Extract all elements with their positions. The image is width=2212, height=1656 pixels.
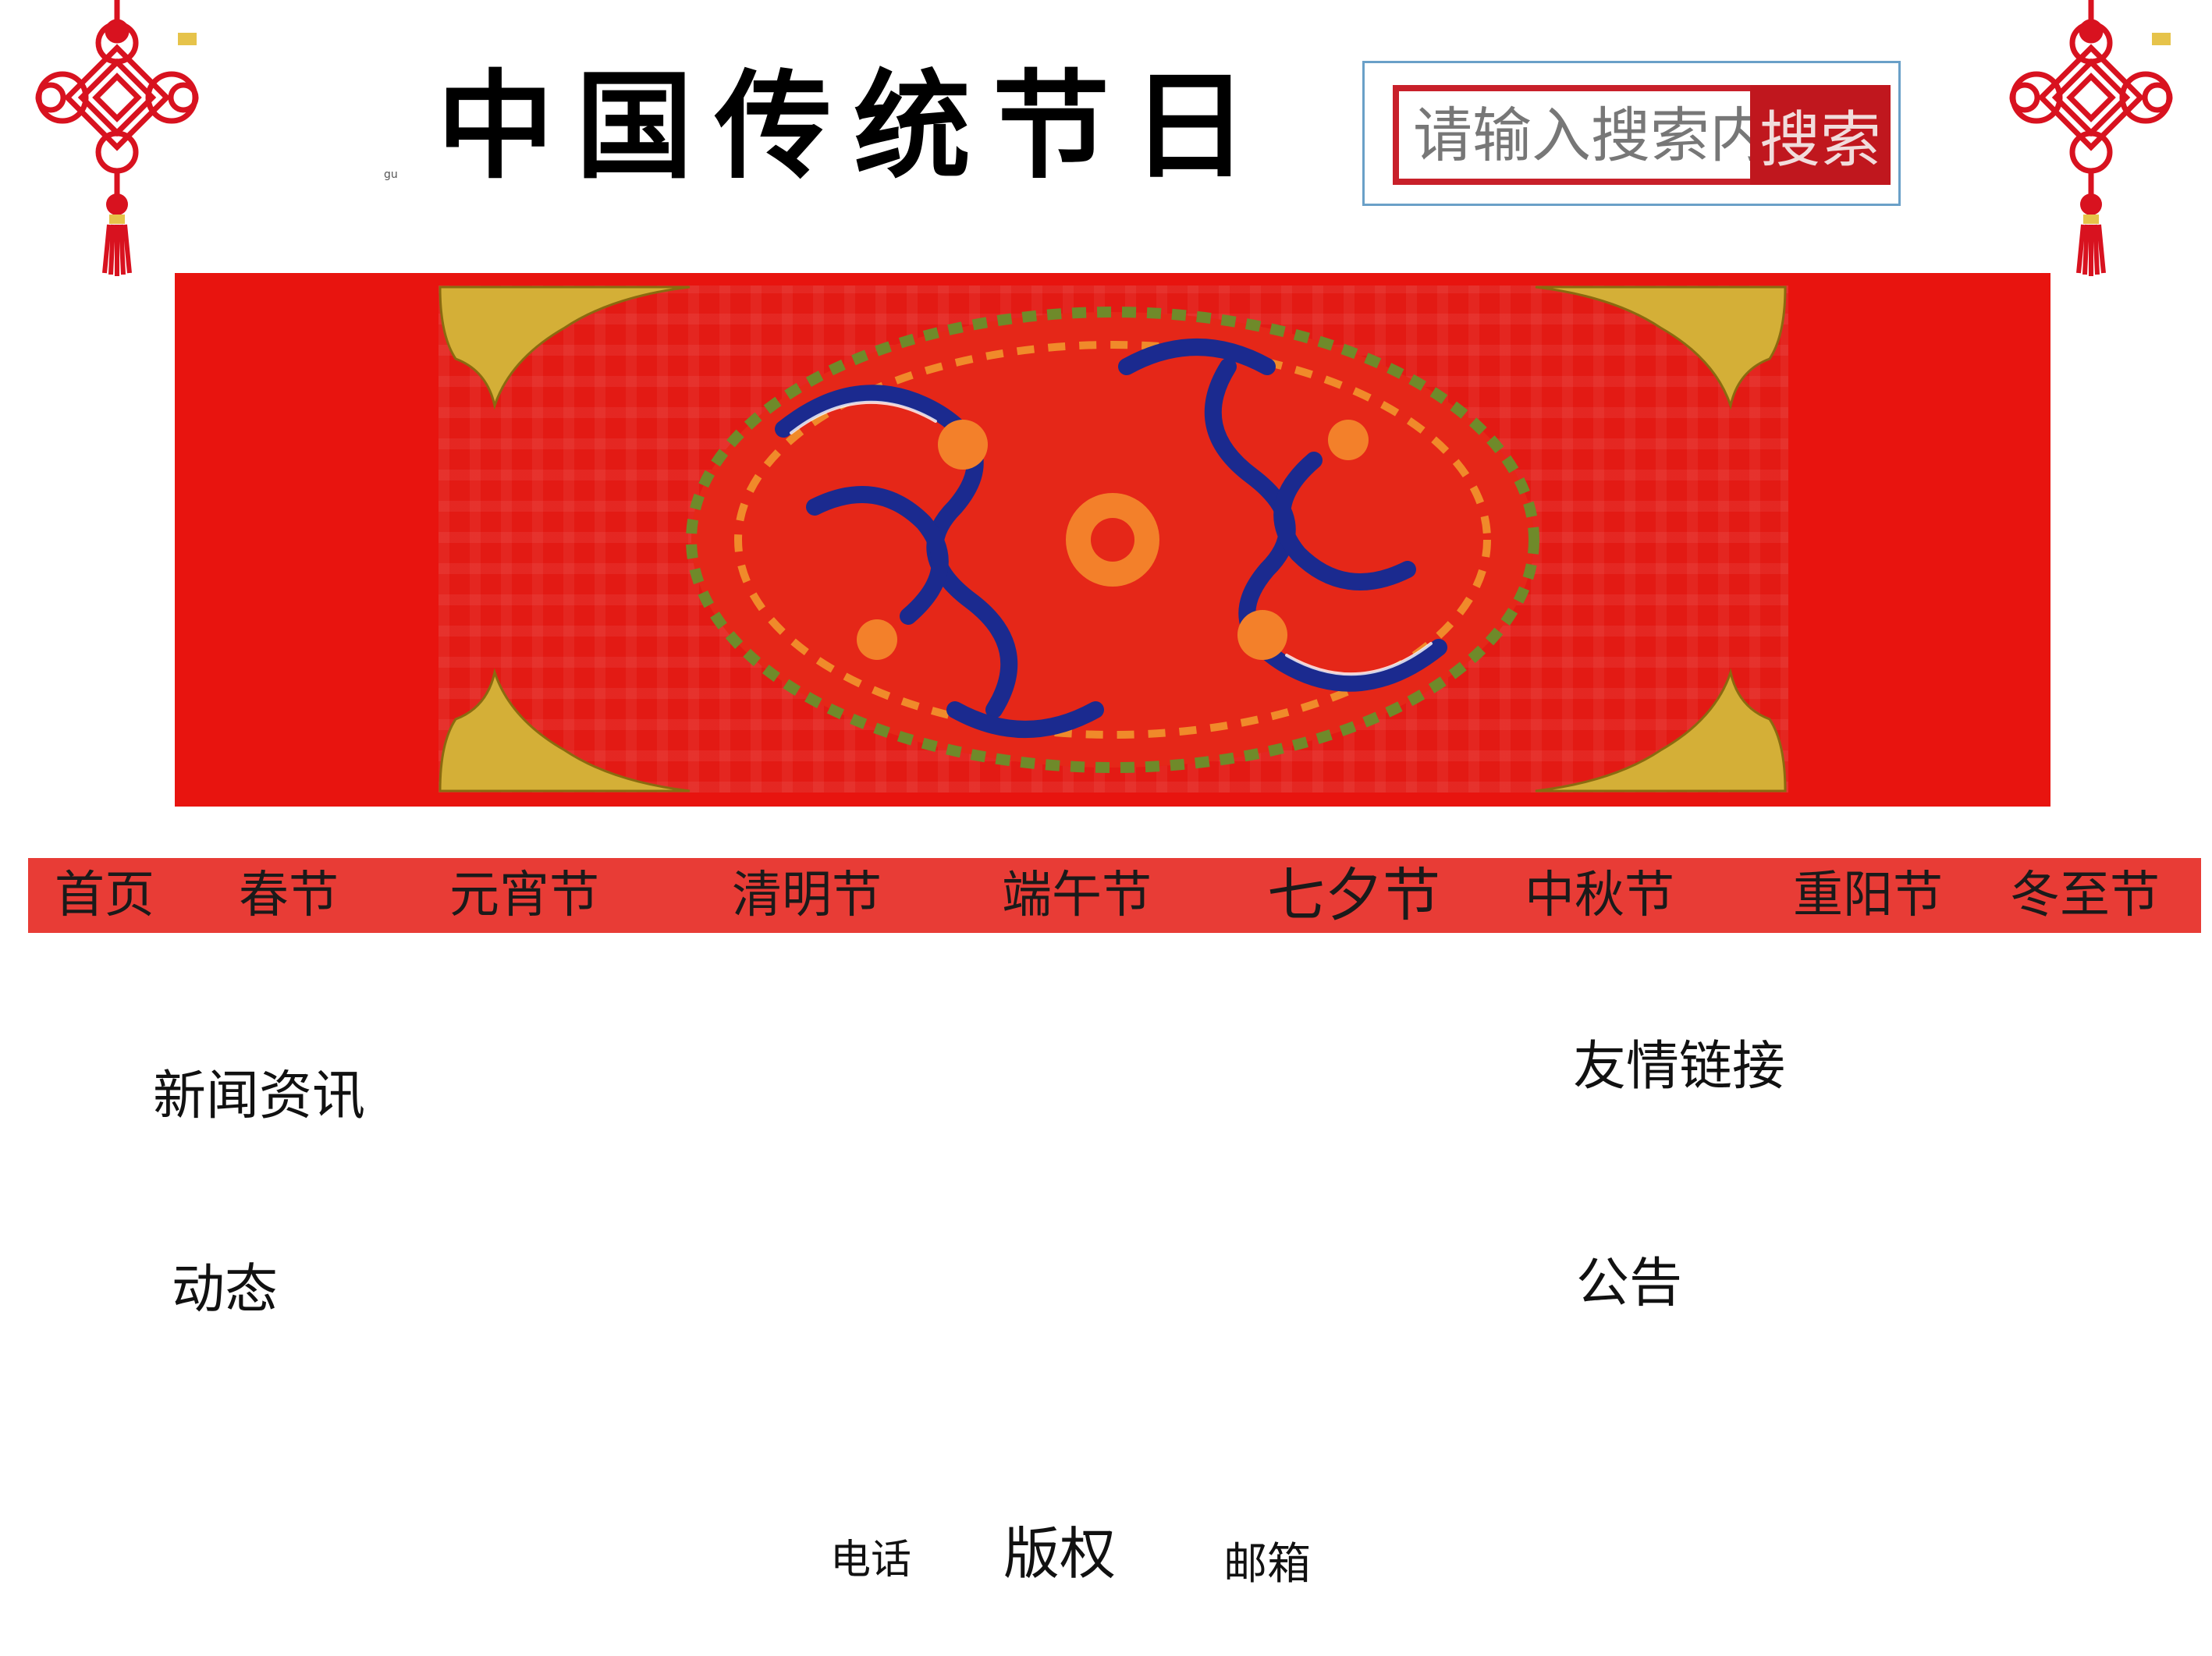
nav-item-qixi-festival[interactable]: 七夕节 [1267, 858, 1440, 933]
friendly-links-heading[interactable]: 友情链接 [1573, 1041, 1785, 1094]
nav-item-home[interactable]: 首页 [55, 858, 154, 933]
main-nav: 首页 春节 元宵节 清明节 端午节 七夕节 中秋节 重阳节 冬至节 [28, 858, 2201, 933]
nav-item-mid-autumn-festival[interactable]: 中秋节 [1525, 858, 1674, 933]
news-heading[interactable]: 新闻资讯 [153, 1070, 365, 1123]
title-mark: gu [384, 168, 398, 181]
footer-email[interactable]: 邮箱 [1223, 1543, 1311, 1587]
hero-banner [175, 273, 2050, 807]
dynamics-heading[interactable]: 动态 [172, 1264, 278, 1317]
page-title: 中国传统节日 [437, 59, 1271, 195]
chinese-knot-icon [35, 0, 199, 276]
dragon-phoenix-medallion-icon [438, 285, 1787, 793]
nav-item-qingming-festival[interactable]: 清明节 [732, 858, 882, 933]
nav-item-dragon-boat-festival[interactable]: 端午节 [1002, 858, 1152, 933]
nav-item-lantern-festival[interactable]: 元宵节 [449, 858, 599, 933]
chinese-knot-icon [2009, 0, 2173, 276]
nav-item-winter-solstice-festival[interactable]: 冬至节 [2010, 858, 2160, 933]
search-input[interactable] [1393, 85, 1753, 185]
footer-phone[interactable]: 电话 [830, 1540, 911, 1580]
footer-copyright: 版权 [1003, 1521, 1117, 1587]
search-button[interactable]: 搜索 [1750, 85, 1891, 185]
announcements-heading[interactable]: 公告 [1576, 1257, 1682, 1310]
search-box: 搜索 [1362, 61, 1901, 206]
nav-item-spring-festival[interactable]: 春节 [239, 858, 339, 933]
nav-item-double-ninth-festival[interactable]: 重阳节 [1793, 858, 1943, 933]
